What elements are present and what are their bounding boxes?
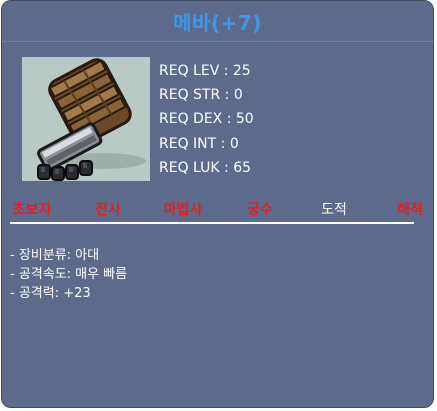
item-title: 메바(+7) <box>173 11 262 35</box>
jobs-underline <box>10 222 414 224</box>
job-restrictions: 초보자 전사 마법사 궁수 도적 해적 <box>2 199 435 221</box>
job-warrior: 전사 <box>95 202 121 218</box>
job-pirate: 해적 <box>397 202 423 218</box>
item-stats: - 장비분류: 아대 - 공격속도: 매우 빠름 - 공격력: +23 <box>10 246 127 303</box>
stat-attack: - 공격력: +23 <box>10 286 91 301</box>
job-beginner: 초보자 <box>12 202 52 218</box>
req-luk: REQ LUK : 65 <box>159 159 252 176</box>
req-str: REQ STR : 0 <box>159 87 243 104</box>
req-dex: REQ DEX : 50 <box>159 111 254 128</box>
claw-glove-icon <box>22 57 150 181</box>
stat-category: - 장비분류: 아대 <box>10 248 100 263</box>
requirements-list: REQ LEV : 25 REQ STR : 0 REQ DEX : 50 RE… <box>159 59 254 180</box>
item-tooltip: 메바(+7) REQ LEV: 25 REQ STR: 0 REQ DEX … <box>1 0 434 408</box>
req-level: REQ LEV : 25 <box>159 63 251 79</box>
job-thief: 도적 <box>321 202 347 218</box>
claw-glove-icon-graphic <box>22 57 150 181</box>
req-int: REQ INT : 0 <box>159 135 239 152</box>
job-magician: 마법사 <box>163 202 203 218</box>
job-bowman: 궁수 <box>247 202 273 218</box>
stat-attack-speed: - 공격속도: 매우 빠름 <box>10 267 128 282</box>
title-divider <box>2 41 433 42</box>
